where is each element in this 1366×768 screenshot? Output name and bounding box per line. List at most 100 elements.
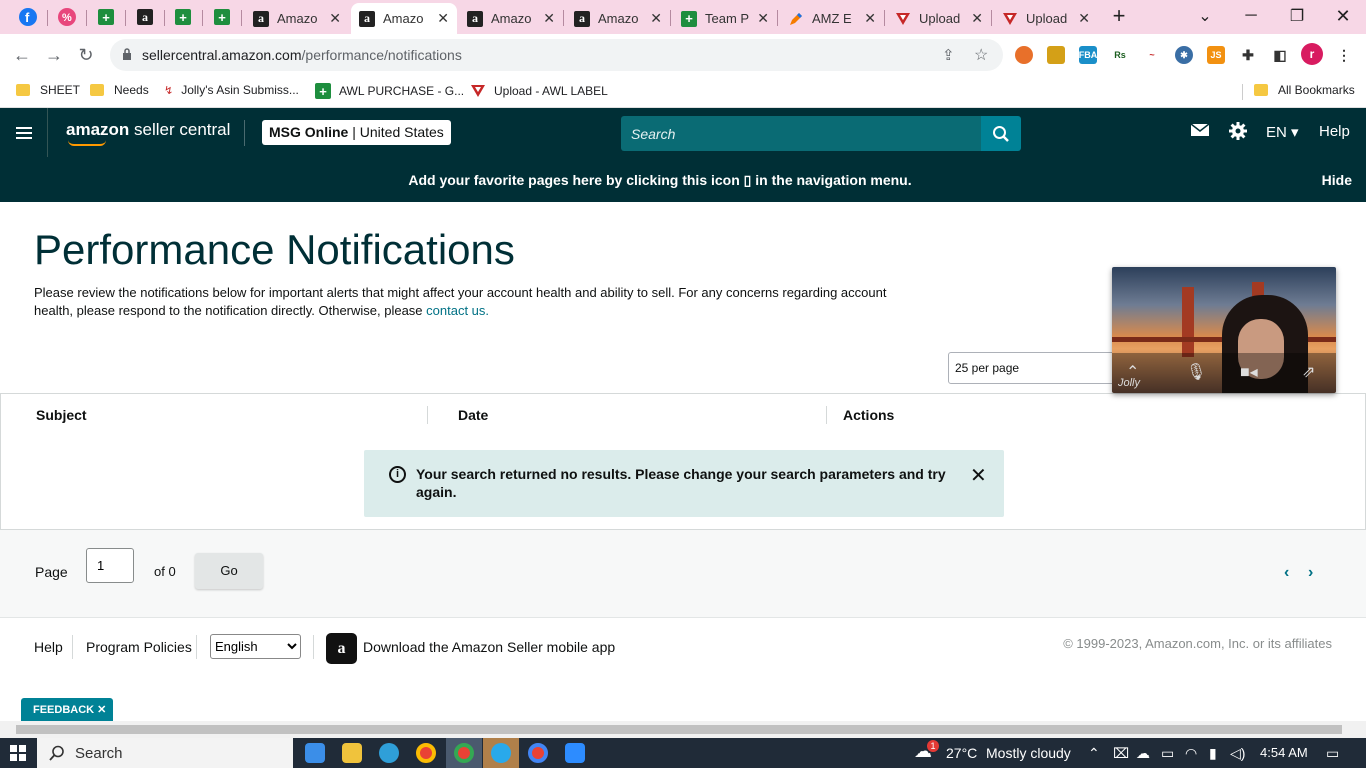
weather-desc[interactable]: Mostly cloudy <box>986 745 1071 761</box>
hide-banner-button[interactable]: Hide <box>1322 172 1352 188</box>
chrome-active-icon[interactable] <box>454 743 474 763</box>
next-page-icon[interactable]: › <box>1308 564 1313 582</box>
close-icon[interactable]: ✕ <box>757 10 769 27</box>
taskbar-search[interactable]: Search <box>37 738 293 768</box>
horizontal-scrollbar[interactable] <box>0 721 1366 738</box>
fba-extension-icon[interactable]: FBA <box>1079 46 1097 64</box>
reload-button[interactable]: ↻ <box>74 43 98 67</box>
program-policies-link[interactable]: Program Policies <box>86 639 192 655</box>
footer-language-select[interactable]: English <box>210 634 301 659</box>
js-extension-icon[interactable]: JS <box>1207 46 1225 64</box>
forward-button[interactable]: → <box>42 43 66 67</box>
extension-icon[interactable]: ~ <box>1143 46 1161 64</box>
percent-tab[interactable]: % <box>56 6 78 28</box>
close-icon[interactable]: ✕ <box>437 10 449 27</box>
close-alert-icon[interactable]: ✕ <box>970 463 987 488</box>
mail-icon[interactable] <box>1190 122 1210 142</box>
telegram-icon[interactable] <box>491 743 511 763</box>
store-selector[interactable]: MSG Online | United States <box>262 120 451 145</box>
tab-amazon-1[interactable]: a Amazo ✕ <box>245 3 349 34</box>
sidepanel-icon[interactable]: ◧ <box>1271 46 1289 64</box>
facebook-tab[interactable]: f <box>17 6 39 28</box>
tab-amazon-3[interactable]: a Amazo ✕ <box>459 3 563 34</box>
rs-extension-icon[interactable]: Rs <box>1111 46 1129 64</box>
bookmark-sheet[interactable]: SHEET <box>16 83 80 97</box>
close-icon[interactable]: ✕ <box>971 10 983 27</box>
extension-icon[interactable]: ✱ <box>1175 46 1193 64</box>
column-date[interactable]: Date <box>458 407 488 423</box>
search-input[interactable] <box>621 116 981 151</box>
column-subject[interactable]: Subject <box>36 407 87 423</box>
store-app-icon[interactable] <box>305 743 325 763</box>
edge-icon[interactable] <box>379 743 399 763</box>
seller-central-logo[interactable]: amazon seller central <box>66 120 230 146</box>
help-link[interactable]: Help <box>1319 123 1350 140</box>
tab-amz-e[interactable]: AMZ E ✕ <box>780 3 884 34</box>
previous-page-icon[interactable]: ‹ <box>1284 564 1289 582</box>
close-icon[interactable]: ✕ <box>543 10 555 27</box>
restore-button[interactable]: ❐ <box>1274 0 1320 32</box>
download-app-link[interactable]: Download the Amazon Seller mobile app <box>363 639 615 655</box>
weather-temp[interactable]: 27°C <box>946 745 977 761</box>
minimize-button[interactable]: ─ <box>1228 0 1274 32</box>
omnibox[interactable]: sellercentral.amazon.com/performance/not… <box>110 39 1003 71</box>
popout-icon[interactable]: ⇗ <box>1302 362 1315 382</box>
new-tab-button[interactable]: + <box>1096 0 1142 32</box>
close-icon[interactable]: ✕ <box>864 10 876 27</box>
mic-muted-icon[interactable]: 🎙︎ <box>1186 362 1206 382</box>
video-call-overlay[interactable]: ⌃ 🎙︎ ■◂ ⇗ Jolly <box>1112 267 1336 393</box>
tray-app-icon[interactable]: ⌧ <box>1113 745 1129 762</box>
clock[interactable]: 4:54 AM <box>1260 745 1308 760</box>
tab-team[interactable]: + Team P ✕ <box>673 3 777 34</box>
contact-us-link[interactable]: contact us. <box>426 303 489 318</box>
all-bookmarks[interactable]: All Bookmarks <box>1254 83 1355 97</box>
hamburger-menu-icon[interactable] <box>0 108 48 157</box>
onedrive-icon[interactable]: ☁ <box>1136 745 1150 762</box>
page-number-input[interactable] <box>86 548 134 583</box>
feedback-button[interactable]: FEEDBACK ✕ <box>21 698 113 721</box>
profile-avatar[interactable]: r <box>1301 43 1323 65</box>
file-explorer-icon[interactable] <box>342 743 362 763</box>
search-field[interactable] <box>621 116 981 151</box>
search-button[interactable] <box>981 116 1021 151</box>
share-icon[interactable]: ⇪ <box>942 46 955 64</box>
extension-icon[interactable] <box>1015 46 1033 64</box>
microphone-icon[interactable]: ▮ <box>1209 745 1217 762</box>
wifi-icon[interactable]: ◠ <box>1185 745 1197 762</box>
chevron-up-icon[interactable]: ⌃ <box>1088 745 1100 762</box>
menu-dots-icon[interactable]: ⋮ <box>1335 46 1353 64</box>
tab-amazon-active[interactable]: a Amazo ✕ <box>351 3 457 34</box>
footer-help-link[interactable]: Help <box>34 639 63 655</box>
gear-icon[interactable] <box>1228 121 1248 145</box>
notifications-icon[interactable]: ▭ <box>1326 745 1339 762</box>
bookmark-needs[interactable]: Needs <box>90 83 149 97</box>
zoom-icon[interactable] <box>565 743 585 763</box>
tab-upload-2[interactable]: Upload ✕ <box>994 3 1098 34</box>
language-selector[interactable]: EN ▾ <box>1266 123 1299 141</box>
chrome-profile-icon[interactable] <box>528 743 548 763</box>
back-button[interactable]: ← <box>10 43 34 67</box>
extension-icon[interactable] <box>1047 46 1065 64</box>
go-button[interactable]: Go <box>195 553 263 589</box>
close-window-button[interactable]: ✕ <box>1320 0 1366 32</box>
bookmark-awl-purchase[interactable]: + AWL PURCHASE - G... <box>315 83 464 99</box>
tab-upload-1[interactable]: Upload ✕ <box>887 3 991 34</box>
tab-amazon-4[interactable]: a Amazo ✕ <box>566 3 670 34</box>
amazon-app-icon[interactable]: a <box>326 633 357 664</box>
bookmark-upload[interactable]: Upload - AWL LABEL <box>470 83 608 99</box>
close-icon[interactable]: ✕ <box>329 10 341 27</box>
close-icon[interactable]: ✕ <box>650 10 662 27</box>
star-icon[interactable]: ☆ <box>974 45 988 65</box>
amazon-tab-mini[interactable]: a <box>134 6 156 28</box>
windows-start-icon[interactable] <box>10 745 26 761</box>
sheets-tab-3[interactable]: + <box>211 6 233 28</box>
chrome-icon[interactable] <box>416 743 436 763</box>
sheets-tab-2[interactable]: + <box>172 6 194 28</box>
tab-search-chevron-icon[interactable]: ⌄ <box>1182 0 1228 32</box>
camera-icon[interactable]: ■◂ <box>1240 362 1258 382</box>
per-page-select[interactable]: 25 per page <box>948 352 1118 384</box>
volume-icon[interactable]: ◁) <box>1230 745 1245 762</box>
close-icon[interactable]: ✕ <box>1078 10 1090 27</box>
bookmark-jolly[interactable]: ↯ Jolly's Asin Submiss... <box>164 83 299 97</box>
battery-icon[interactable]: ▭ <box>1161 745 1174 762</box>
